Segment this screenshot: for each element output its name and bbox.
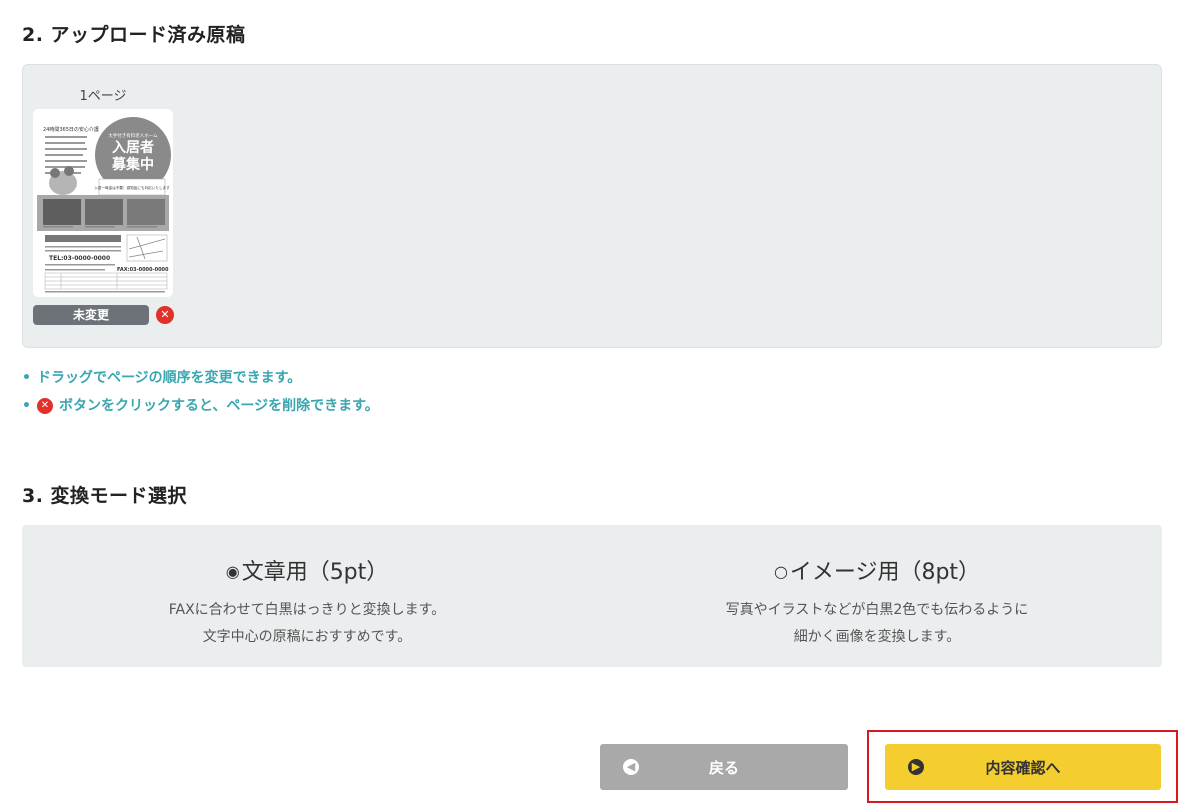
note-delete: • ✕ ボタンをクリックすると、ページを削除できます。	[22, 398, 379, 414]
flyer-subtitle: 大手付き有料老人ホーム	[108, 132, 158, 139]
uploaded-pages-panel: 1ページ 24時間365日の安心介護 大手付き有料老人ホーム 入居者 募集中 入…	[22, 64, 1162, 348]
flyer-top-text: 24時間365日の安心介護	[43, 126, 99, 133]
note-delete-text: ボタンをクリックすると、ページを削除できます。	[58, 398, 379, 414]
close-circle-icon: ✕	[36, 398, 53, 414]
flyer-headline-1: 入居者	[112, 140, 154, 156]
mode-desc-line: 写真やイラストなどが白黒2色でも伝わるように	[725, 602, 1029, 618]
mode-option-text[interactable]: ◉文章用（5pt） FAXに合わせて白黒はっきりと変換します。 文字中心の原稿に…	[22, 525, 592, 667]
page-thumbnail[interactable]: 24時間365日の安心介護 大手付き有料老人ホーム 入居者 募集中 入居一時金は…	[33, 109, 173, 297]
delete-page-button[interactable]: ✕	[156, 306, 174, 324]
mode-desc-line: 文字中心の原稿におすすめです。	[202, 629, 412, 645]
radio-unselected-icon[interactable]: ○	[774, 562, 788, 581]
arrow-left-circle-icon: ◀	[623, 759, 639, 775]
flyer-tagline: 入居一時金は不要！認知症にも対応いたします	[94, 185, 170, 190]
help-notes: • ドラッグでページの順序を変更できます。 • ✕ ボタンをクリックすると、ページを削…	[22, 364, 379, 420]
note-drag-text: ドラッグでページの順序を変更できます。	[36, 370, 302, 386]
mode-option-image[interactable]: ○イメージ用（8pt） 写真やイラストなどが白黒2色でも伝わるように 細かく画像…	[592, 525, 1162, 667]
flyer-headline-2: 募集中	[111, 156, 154, 173]
note-drag: • ドラッグでページの順序を変更できます。	[22, 370, 302, 386]
mode-label-image: イメージ用（8pt）	[789, 560, 981, 585]
radio-selected-icon[interactable]: ◉	[226, 562, 240, 581]
page-status-badge: 未変更	[33, 305, 149, 325]
conversion-mode-panel: ◉文章用（5pt） FAXに合わせて白黒はっきりと変換します。 文字中心の原稿に…	[22, 525, 1162, 667]
section-title-mode: 3. 変換モード選択	[22, 485, 188, 507]
flyer-fax: FAX:03-0000-0000	[117, 267, 169, 273]
mode-label-text: 文章用（5pt）	[241, 560, 389, 585]
section-title-uploaded: 2. アップロード済み原稿	[22, 24, 246, 46]
confirm-content-button-label: 内容確認へ	[985, 758, 1061, 777]
close-circle-icon: ✕	[160, 308, 170, 321]
mode-desc-line: 細かく画像を変換します。	[793, 629, 961, 645]
confirm-content-button[interactable]: ▶ 内容確認へ	[885, 744, 1161, 790]
flyer-preview: 24時間365日の安心介護 大手付き有料老人ホーム 入居者 募集中 入居一時金は…	[33, 109, 173, 297]
mode-desc-line: FAXに合わせて白黒はっきりと変換します。	[168, 602, 446, 618]
page-label: 1ページ	[79, 89, 127, 104]
flyer-tel: TEL:03-0000-0000	[49, 255, 110, 262]
arrow-right-circle-icon: ▶	[908, 759, 924, 775]
back-button[interactable]: ◀ 戻る	[600, 744, 848, 790]
page-card[interactable]: 1ページ 24時間365日の安心介護 大手付き有料老人ホーム 入居者 募集中 入…	[33, 87, 174, 325]
